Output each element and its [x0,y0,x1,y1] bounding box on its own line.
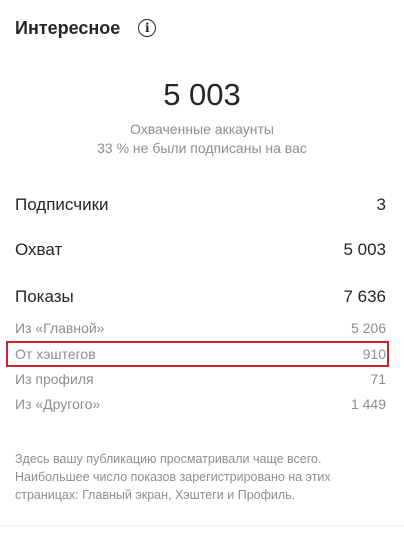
source-row-profile: Из профиля 71 [15,368,386,390]
metric-label: Показы [15,287,74,306]
source-value: 1 449 [350,396,386,412]
section-title: Интересное [15,17,121,38]
highlight-box [6,341,389,367]
metric-value: 3 [376,195,386,214]
footnote-text: Здесь вашу публикацию просматривали чаще… [15,452,331,502]
metric-row-impressions: Показы 7 636 [15,284,386,310]
metric-label: Подписчики [15,195,109,214]
section-header: Интересное i [15,14,157,42]
metric-value: 7 636 [343,287,386,306]
source-label: Из профиля [15,371,94,387]
source-value: 71 [370,371,386,387]
metric-label: Охват [15,240,63,259]
metric-value: 5 003 [343,240,386,259]
source-row-other: Из «Другого» 1 449 [15,393,386,415]
reach-label: Охваченные аккаунты [130,121,274,137]
reach-summary: 5 003 Охваченные аккаунты 33 % не были п… [0,74,404,158]
source-value: 5 206 [350,320,386,336]
metric-row-followers: Подписчики 3 [15,192,386,218]
source-label: Из «Другого» [15,396,101,412]
metric-row-reach: Охват 5 003 [15,237,386,263]
reach-total-value: 5 003 [163,77,241,112]
source-row-home: Из «Главной» 5 206 [15,317,386,339]
reach-non-followers-note: 33 % не были подписаны на вас [97,140,307,156]
info-icon[interactable]: i [138,19,157,37]
divider [0,525,404,526]
source-label: Из «Главной» [15,320,105,336]
